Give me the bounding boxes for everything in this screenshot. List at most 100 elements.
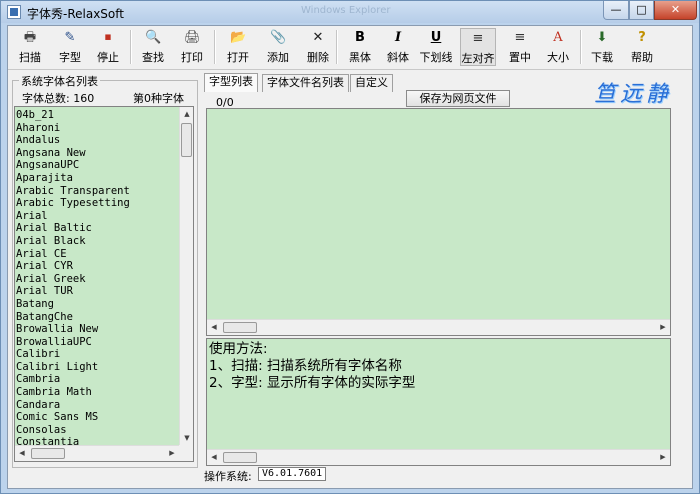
title-bar[interactable]: 字体秀-RelaxSoft Windows Explorer — □ ✕ <box>1 1 699 23</box>
font-list-item[interactable]: Arial CYR <box>16 260 130 273</box>
toolbar-button-find[interactable]: 🔍 查找 <box>136 28 170 66</box>
close-button[interactable]: ✕ <box>654 1 697 20</box>
toolbar-button-delete-x[interactable]: ✕ 删除 <box>300 28 336 66</box>
font-list-item[interactable]: AngsanaUPC <box>16 159 130 172</box>
align-center-icon: ≡ <box>514 30 526 45</box>
delete-x-icon: ✕ <box>312 30 324 45</box>
toolbar-button-open-folder[interactable]: 📂 打开 <box>220 28 256 66</box>
font-list-item[interactable]: Arial CE <box>16 248 130 261</box>
font-list[interactable]: 04b_21 Aharoni Andalus Angsana New AngsanaUP… <box>14 106 194 462</box>
font-list-item[interactable]: Arial <box>16 210 130 223</box>
print-icon: 🖨 <box>184 30 201 45</box>
font-list-item[interactable]: Angsana New <box>16 147 130 160</box>
toolbar-button-underline[interactable]: U 下划线 <box>416 28 456 66</box>
background-window-title: Windows Explorer <box>301 5 391 16</box>
font-list-item[interactable]: Arial Greek <box>16 273 130 286</box>
usage-help-box[interactable]: 使用方法: 1、扫描: 扫描系统所有字体名称 2、字型: 显示所有字体的实际字型… <box>206 338 671 466</box>
help-text: 使用方法: 1、扫描: 扫描系统所有字体名称 2、字型: 显示所有字体的实际字型 <box>209 341 415 392</box>
app-icon[interactable] <box>7 5 21 19</box>
font-list-item[interactable]: Cambria Math <box>16 386 130 399</box>
font-preview-area[interactable]: ◀ ▶ <box>206 108 671 336</box>
vertical-scroll-thumb[interactable] <box>181 123 192 157</box>
scroll-up-icon[interactable]: ▲ <box>180 107 193 121</box>
toolbar-button-label: 扫描 <box>19 51 41 64</box>
underline-icon: U <box>430 30 442 45</box>
client-area: 🖶 扫描 ✎ 字型 ⏹ 停止 🔍 查找 🖨 打印 📂 打开 📎 添加 ✕ 删除 B 黑体 I 斜体 U 下划线 ≡ 左对齐 ≡ 置… <box>7 25 693 489</box>
window-title: 字体秀-RelaxSoft <box>27 7 124 21</box>
font-list-item[interactable]: Arial Black <box>16 235 130 248</box>
toolbar-separator <box>130 30 132 64</box>
tab-font-preview[interactable]: 字型列表 <box>204 73 258 92</box>
horizontal-scroll-thumb[interactable] <box>31 448 65 459</box>
scroll-right-icon[interactable]: ▶ <box>656 450 670 464</box>
toolbar-button-align-left[interactable]: ≡ 左对齐 <box>460 28 496 66</box>
minimize-button[interactable]: — <box>603 1 629 20</box>
font-list-item[interactable]: Aharoni <box>16 122 130 135</box>
maximize-button[interactable]: □ <box>629 1 654 20</box>
toolbar-button-label: 字型 <box>59 51 81 64</box>
scroll-right-icon[interactable]: ▶ <box>165 446 179 460</box>
toolbar-button-printer[interactable]: 🖶 扫描 <box>12 28 48 66</box>
font-list-item[interactable]: Batang <box>16 298 130 311</box>
font-list-item[interactable]: Andalus <box>16 134 130 147</box>
group-title: 系统字体名列表 <box>19 73 100 89</box>
scroll-right-icon[interactable]: ▶ <box>656 320 670 334</box>
font-list-item[interactable]: Candara <box>16 399 130 412</box>
font-list-item[interactable]: Arial TUR <box>16 285 130 298</box>
tab-font-filenames[interactable]: 字体文件名列表 <box>262 74 349 92</box>
font-list-horizontal-scrollbar[interactable]: ◀ ▶ <box>15 445 179 461</box>
font-count-label: 字体总数: 160 <box>22 92 95 105</box>
font-list-item[interactable]: 04b_21 <box>16 109 130 122</box>
help-horizontal-scrollbar[interactable]: ◀ ▶ <box>207 449 670 465</box>
toolbar-button-download[interactable]: ⬇ 下载 <box>586 28 618 66</box>
font-list-item[interactable]: BatangChe <box>16 311 130 324</box>
toolbar: 🖶 扫描 ✎ 字型 ⏹ 停止 🔍 查找 🖨 打印 📂 打开 📎 添加 ✕ 删除 B 黑体 I 斜体 U 下划线 ≡ 左对齐 ≡ 置… <box>8 26 692 70</box>
horizontal-scroll-thumb[interactable] <box>223 322 257 333</box>
font-list-item[interactable]: Arial Baltic <box>16 222 130 235</box>
toolbar-separator <box>580 30 582 64</box>
font-list-vertical-scrollbar[interactable]: ▲ ▼ <box>179 107 193 445</box>
toolbar-button-align-center[interactable]: ≡ 置中 <box>502 28 538 66</box>
italic-icon: I <box>394 30 402 45</box>
toolbar-button-label: 斜体 <box>387 51 409 64</box>
size-icon: A <box>553 30 563 45</box>
preview-horizontal-scrollbar[interactable]: ◀ ▶ <box>207 319 670 335</box>
tab-custom[interactable]: 自定义 <box>350 74 393 92</box>
font-list-item[interactable]: Aparajita <box>16 172 130 185</box>
font-list-item[interactable]: Calibri Light <box>16 361 130 374</box>
font-list-item[interactable]: Calibri <box>16 348 130 361</box>
toolbar-button-label: 置中 <box>509 51 531 64</box>
author-logo: 笪远静 <box>594 82 673 107</box>
font-list-item[interactable]: Comic Sans MS <box>16 411 130 424</box>
toolbar-separator <box>336 30 338 64</box>
font-list-item[interactable]: Browallia New <box>16 323 130 336</box>
toolbar-button-stop[interactable]: ⏹ 停止 <box>90 28 126 66</box>
horizontal-scroll-thumb[interactable] <box>223 452 257 463</box>
scroll-down-icon[interactable]: ▼ <box>180 431 193 445</box>
font-list-item[interactable]: Consolas <box>16 424 130 437</box>
font-list-item[interactable]: BrowalliaUPC <box>16 336 130 349</box>
bold-icon: B <box>355 30 365 45</box>
open-folder-icon: 📂 <box>230 30 247 45</box>
toolbar-button-italic[interactable]: I 斜体 <box>382 28 414 66</box>
font-list-item[interactable]: Arabic Typesetting <box>16 197 130 210</box>
font-list-item[interactable]: Cambria <box>16 373 130 386</box>
toolbar-button-paperclip[interactable]: 📎 添加 <box>260 28 296 66</box>
toolbar-button-help[interactable]: ? 帮助 <box>624 28 660 66</box>
scroll-left-icon[interactable]: ◀ <box>15 446 29 460</box>
toolbar-button-size[interactable]: A 大小 <box>540 28 576 66</box>
toolbar-button-label: 查找 <box>142 51 164 64</box>
save-as-webpage-button[interactable]: 保存为网页文件 <box>406 90 510 107</box>
toolbar-button-print[interactable]: 🖨 打印 <box>174 28 210 66</box>
toolbar-button-label: 黑体 <box>349 51 371 64</box>
os-label: 操作系统: <box>204 470 252 483</box>
toolbar-button-font[interactable]: ✎ 字型 <box>52 28 88 66</box>
font-icon: ✎ <box>64 30 76 45</box>
scroll-left-icon[interactable]: ◀ <box>207 450 221 464</box>
scrollbar-corner <box>179 445 193 461</box>
font-list-item[interactable]: Arabic Transparent <box>16 185 130 198</box>
toolbar-button-label: 打开 <box>227 51 249 64</box>
toolbar-button-bold[interactable]: B 黑体 <box>342 28 378 66</box>
os-version-value: V6.01.7601 <box>258 467 327 481</box>
scroll-left-icon[interactable]: ◀ <box>207 320 221 334</box>
